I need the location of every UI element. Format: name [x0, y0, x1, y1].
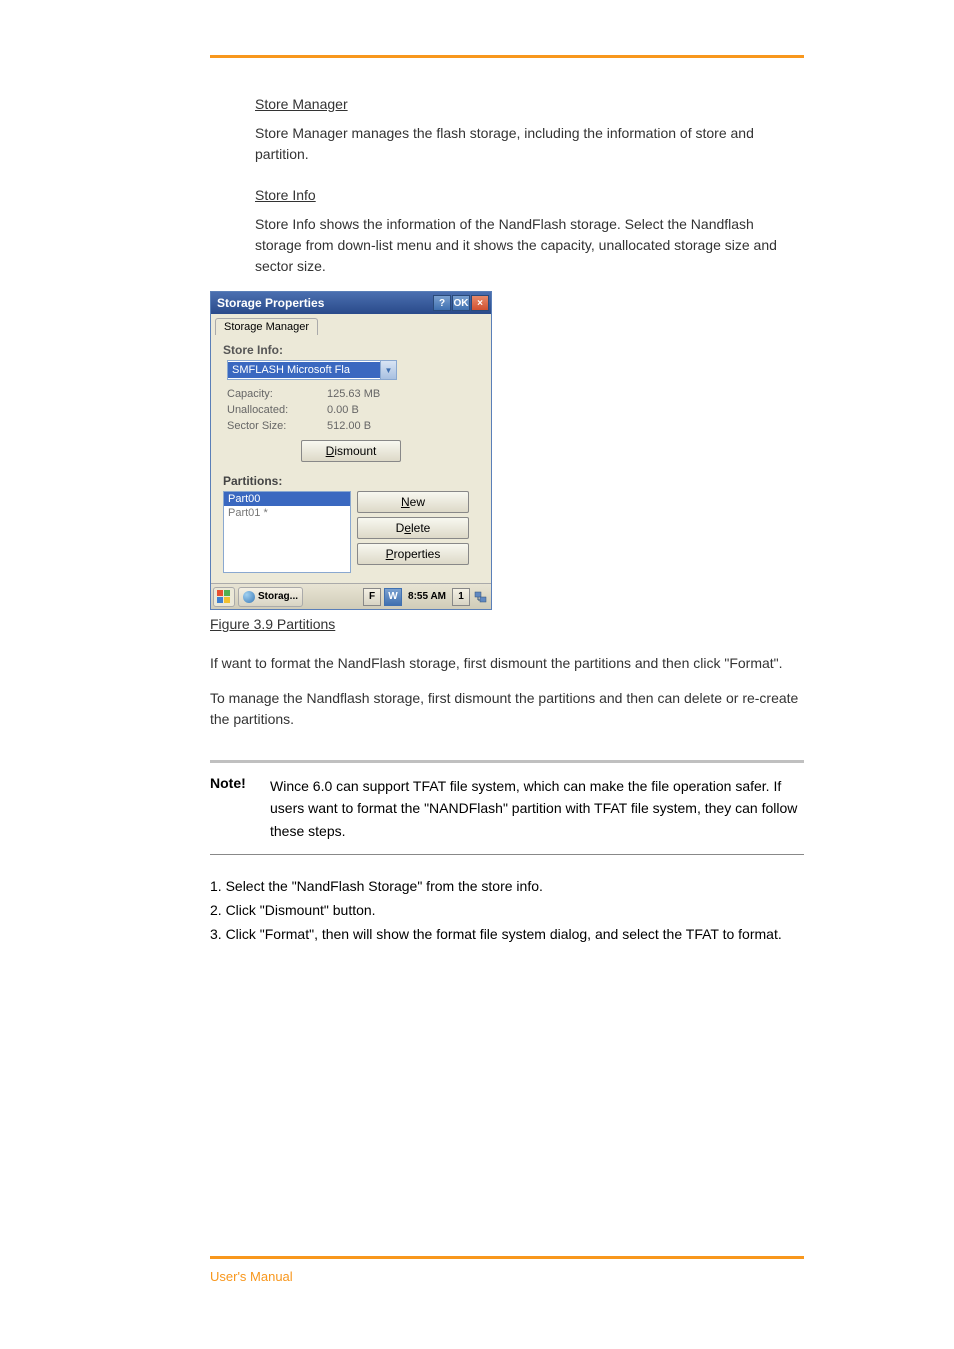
store-dropdown-selected: SMFLASH Microsoft Fla	[228, 362, 380, 378]
note-rule-top	[210, 760, 804, 763]
list-item[interactable]: Part00	[224, 492, 350, 506]
titlebar: Storage Properties ? OK ×	[211, 292, 491, 314]
note-step-3: 3. Click "Format", then will show the fo…	[210, 923, 804, 947]
sector-size-value: 512.00 B	[327, 420, 479, 432]
store-info-label: Store Info:	[223, 343, 479, 357]
taskbar-app-label: Storag...	[258, 591, 298, 602]
help-button[interactable]: ?	[433, 295, 451, 311]
tabbar: Storage Manager	[211, 314, 491, 335]
para-store-manager: Store Manager manages the flash storage,…	[255, 123, 804, 165]
partitions-listbox[interactable]: Part00 Part01 *	[223, 491, 351, 573]
unallocated-label: Unallocated:	[227, 404, 327, 416]
note-label: Note!	[210, 775, 270, 791]
note-rule-thin	[210, 854, 804, 855]
chevron-down-icon: ▼	[380, 361, 396, 379]
bottom-rule	[210, 1256, 804, 1259]
top-rule	[210, 55, 804, 58]
note-body-1: Wince 6.0 can support TFAT file system, …	[270, 775, 804, 842]
section-store-info: Store Info	[255, 185, 316, 206]
taskbar: Storag... F W 8:55 AM 1	[211, 583, 491, 609]
window-title: Storage Properties	[217, 296, 324, 310]
clock: 8:55 AM	[405, 591, 449, 602]
start-button[interactable]	[213, 587, 235, 607]
partitions-label: Partitions:	[223, 474, 479, 488]
ok-button[interactable]: OK	[452, 295, 470, 311]
tray-w-button[interactable]: W	[384, 588, 402, 606]
section-store-manager: Store Manager	[255, 94, 348, 115]
globe-icon	[243, 591, 255, 603]
tray-f-button[interactable]: F	[363, 588, 381, 606]
para-store-info: Store Info shows the information of the …	[255, 214, 804, 277]
windows-icon	[217, 590, 231, 604]
close-button[interactable]: ×	[471, 295, 489, 311]
note-step-1: 1. Select the "NandFlash Storage" from t…	[210, 875, 804, 899]
properties-button[interactable]: Properties	[357, 543, 469, 565]
new-button[interactable]: New	[357, 491, 469, 513]
footer: User's Manual	[210, 1269, 293, 1284]
capacity-value: 125.63 MB	[327, 388, 479, 400]
para-format: If want to format the NandFlash storage,…	[210, 653, 804, 674]
capacity-label: Capacity:	[227, 388, 327, 400]
tray-1-button[interactable]: 1	[452, 588, 470, 606]
tab-storage-manager[interactable]: Storage Manager	[215, 318, 318, 335]
sector-size-label: Sector Size:	[227, 420, 327, 432]
store-dropdown[interactable]: SMFLASH Microsoft Fla ▼	[227, 360, 397, 380]
para-manage: To manage the Nandflash storage, first d…	[210, 688, 804, 730]
unallocated-value: 0.00 B	[327, 404, 479, 416]
dismount-button[interactable]: Dismount	[301, 440, 401, 462]
network-icon[interactable]	[473, 589, 489, 605]
taskbar-app-button[interactable]: Storag...	[238, 587, 303, 607]
list-item[interactable]: Part01 *	[224, 506, 350, 520]
storage-properties-window: Storage Properties ? OK × Storage Manage…	[210, 291, 492, 610]
delete-button[interactable]: Delete	[357, 517, 469, 539]
figure-caption: Figure 3.9 Partitions	[210, 614, 335, 635]
note-step-2: 2. Click "Dismount" button.	[210, 899, 804, 923]
